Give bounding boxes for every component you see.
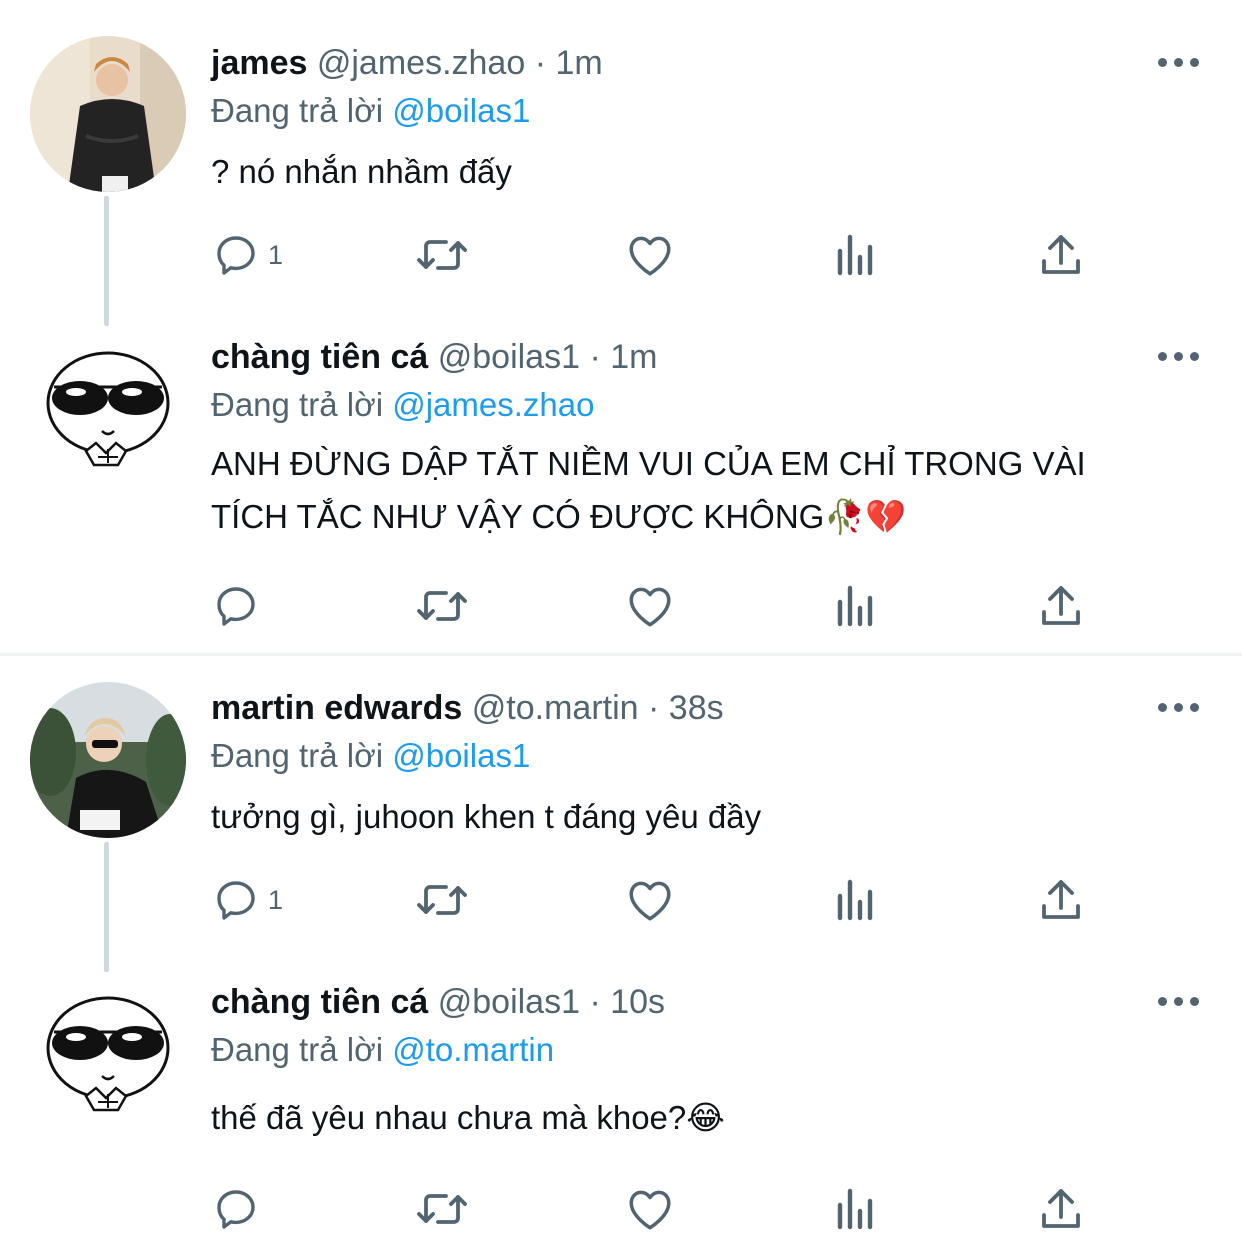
timestamp[interactable]: 1m	[610, 338, 657, 376]
tweet-actions	[0, 1181, 1242, 1237]
timestamp[interactable]: 10s	[610, 983, 665, 1021]
replying-to: Đang trả lời @to.martin	[211, 1028, 554, 1072]
mention-link[interactable]: @to.martin	[392, 1031, 554, 1068]
views-icon	[834, 584, 878, 628]
more-icon[interactable]	[1158, 701, 1202, 715]
retweet-icon	[414, 876, 470, 924]
reply-button[interactable]	[212, 578, 260, 634]
replying-to-label: Đang trả lời	[211, 1031, 384, 1068]
tweet-header: chàng tiên cá @boilas1 · 10s	[211, 980, 665, 1024]
user-handle[interactable]: @boilas1	[438, 983, 580, 1021]
tweet-header: james @james.zhao · 1m	[211, 41, 603, 85]
display-name[interactable]: chàng tiên cá	[211, 338, 428, 376]
more-icon[interactable]	[1158, 995, 1202, 1009]
like-icon	[625, 1185, 675, 1233]
reply-icon	[212, 582, 260, 630]
share-button[interactable]	[1039, 1181, 1083, 1237]
display-name[interactable]: chàng tiên cá	[211, 983, 428, 1021]
tweet-text: thế đã yêu nhau chưa mà khoe?😂	[211, 1099, 725, 1136]
mention-link[interactable]: @boilas1	[392, 737, 530, 774]
tweet-actions: 1	[0, 872, 1242, 928]
display-name[interactable]: james	[211, 44, 307, 82]
like-icon	[625, 582, 675, 630]
separator-dot: ·	[589, 983, 601, 1021]
share-icon	[1039, 582, 1083, 630]
avatar[interactable]	[30, 682, 186, 838]
reply-button[interactable]	[212, 1181, 260, 1237]
retweet-button[interactable]	[414, 1181, 470, 1237]
like-button[interactable]	[625, 872, 675, 928]
replying-to-label: Đang trả lời	[211, 737, 384, 774]
replying-to-label: Đang trả lời	[211, 92, 384, 129]
replying-to: Đang trả lời @boilas1	[211, 734, 530, 778]
separator-dot: ·	[589, 338, 601, 376]
more-icon[interactable]	[1158, 350, 1202, 364]
reply-icon	[212, 1185, 260, 1233]
tweet-header: martin edwards @to.martin · 38s	[211, 686, 724, 730]
share-icon	[1039, 876, 1083, 924]
views-icon	[834, 233, 878, 277]
user-handle[interactable]: @james.zhao	[317, 44, 525, 82]
reply-count: 1	[268, 884, 284, 915]
reply-button[interactable]: 1	[212, 872, 283, 928]
views-button[interactable]	[834, 227, 878, 283]
user-handle[interactable]: @to.martin	[472, 689, 639, 727]
user-handle[interactable]: @boilas1	[438, 338, 580, 376]
reply-icon	[212, 231, 260, 279]
like-icon	[625, 876, 675, 924]
timestamp[interactable]: 1m	[555, 44, 602, 82]
views-button[interactable]	[834, 872, 878, 928]
tweet-actions: 1	[0, 227, 1242, 283]
share-button[interactable]	[1039, 227, 1083, 283]
tweet-actions	[0, 578, 1242, 634]
retweet-icon	[414, 231, 470, 279]
views-icon	[834, 1187, 878, 1231]
views-button[interactable]	[834, 578, 878, 634]
views-button[interactable]	[834, 1181, 878, 1237]
share-button[interactable]	[1039, 578, 1083, 634]
share-icon	[1039, 1185, 1083, 1233]
retweet-button[interactable]	[414, 872, 470, 928]
avatar[interactable]	[30, 976, 186, 1132]
reply-button[interactable]: 1	[212, 227, 283, 283]
avatar[interactable]	[30, 36, 186, 192]
share-button[interactable]	[1039, 872, 1083, 928]
retweet-icon	[414, 1185, 470, 1233]
reply-count: 1	[268, 239, 284, 270]
tweet-text: tưởng gì, juhoon khen t đáng yêu đầy	[211, 798, 762, 835]
separator-dot: ·	[534, 44, 547, 82]
more-icon[interactable]	[1158, 56, 1202, 70]
like-button[interactable]	[625, 227, 675, 283]
like-button[interactable]	[625, 578, 675, 634]
tweet-header: chàng tiên cá @boilas1 · 1m	[211, 335, 657, 379]
retweet-icon	[414, 582, 470, 630]
mention-link[interactable]: @boilas1	[392, 92, 530, 129]
conversation-divider	[0, 653, 1242, 656]
tweet-text: ? nó nhắn nhầm đấy	[211, 153, 512, 190]
reply-icon	[212, 876, 260, 924]
views-icon	[834, 878, 878, 922]
replying-to: Đang trả lời @boilas1	[211, 89, 530, 133]
timestamp[interactable]: 38s	[669, 689, 724, 727]
replying-to-label: Đang trả lời	[211, 386, 384, 423]
like-icon	[625, 231, 675, 279]
separator-dot: ·	[648, 689, 660, 727]
retweet-button[interactable]	[414, 578, 470, 634]
mention-link[interactable]: @james.zhao	[392, 386, 594, 423]
display-name[interactable]: martin edwards	[211, 689, 462, 727]
avatar[interactable]	[30, 331, 186, 487]
like-button[interactable]	[625, 1181, 675, 1237]
share-icon	[1039, 231, 1083, 279]
tweet-text: ANH ĐỪNG DẬP TẮT NIỀM VUI CỦA EM CHỈ TRO…	[211, 445, 1086, 535]
replying-to: Đang trả lời @james.zhao	[211, 383, 594, 427]
retweet-button[interactable]	[414, 227, 470, 283]
